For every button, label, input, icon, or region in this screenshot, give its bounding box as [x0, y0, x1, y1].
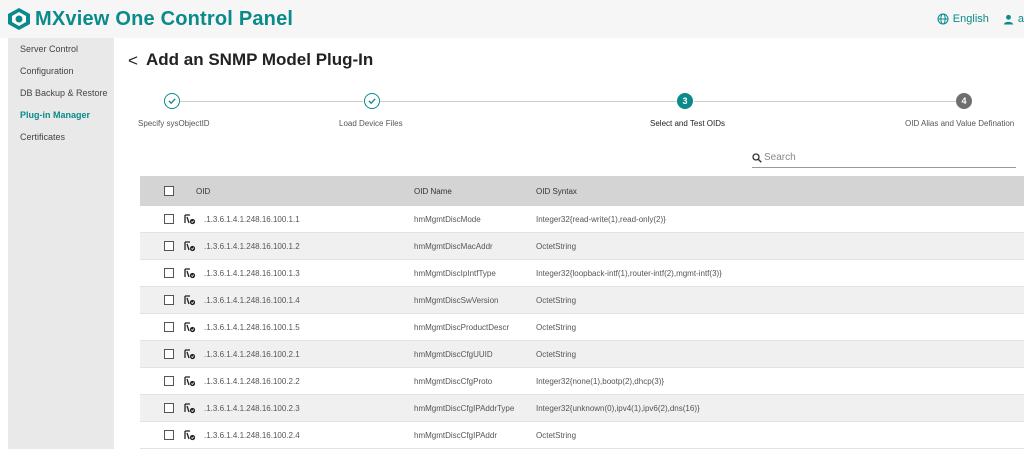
cell-oid-name: hmMgmtDiscCfgUUID	[414, 349, 493, 359]
cell-oid-syntax: Integer32{read-write(1),read-only(2)}	[536, 214, 666, 224]
step-1-check-icon	[164, 93, 180, 109]
language-selector[interactable]: English	[937, 13, 989, 25]
column-header-oid-syntax: OID Syntax	[536, 186, 577, 196]
test-oid-icon[interactable]	[180, 375, 200, 387]
search-input[interactable]: Search	[752, 148, 1016, 168]
column-header-oid-name: OID Name	[414, 186, 452, 196]
cell-oid-name: hmMgmtDiscCfgIPAddrType	[414, 403, 515, 413]
sidebar: Server Control Configuration DB Backup &…	[8, 38, 114, 449]
cell-oid-name: hmMgmtDiscCfgProto	[414, 376, 493, 386]
row-checkbox[interactable]	[164, 268, 174, 278]
table-row[interactable]: .1.3.6.1.4.1.248.16.100.1.5 hmMgmtDiscPro…	[140, 314, 1024, 341]
cell-oid-syntax: OctetString	[536, 322, 577, 332]
row-checkbox[interactable]	[164, 376, 174, 386]
search-placeholder: Search	[764, 152, 796, 163]
test-oid-icon[interactable]	[180, 348, 200, 360]
test-oid-icon[interactable]	[180, 240, 200, 252]
cell-oid-name: hmMgmtDiscCfgIPAddr	[414, 430, 497, 440]
step-2-check-icon	[364, 93, 380, 109]
test-oid-icon[interactable]	[180, 267, 200, 279]
table-row[interactable]: .1.3.6.1.4.1.248.16.100.2.4 hmMgmtDiscCfg…	[140, 422, 1024, 449]
top-bar: MXview One Control Panel English a	[0, 0, 1024, 38]
page-title: Add an SNMP Model Plug-In	[146, 50, 374, 69]
table-row[interactable]: .1.3.6.1.4.1.248.16.100.1.3 hmMgmtDiscIpI…	[140, 260, 1024, 287]
cell-oid-name: hmMgmtDiscMode	[414, 214, 481, 224]
stepper: 3 4 Specify sysObjectID Load Device File…	[114, 93, 1024, 133]
test-oid-icon[interactable]	[180, 294, 200, 306]
cell-oid: .1.3.6.1.4.1.248.16.100.1.5	[204, 322, 300, 332]
table-row[interactable]: .1.3.6.1.4.1.248.16.100.2.3 hmMgmtDiscCfg…	[140, 395, 1024, 422]
cell-oid-syntax: OctetString	[536, 349, 577, 359]
cell-oid-name: hmMgmtDiscIpIntfType	[414, 268, 496, 278]
table-header: OID OID Name OID Syntax	[140, 176, 1024, 206]
user-name: a	[1017, 13, 1024, 25]
cell-oid-syntax: OctetString	[536, 241, 577, 251]
cell-oid: .1.3.6.1.4.1.248.16.100.2.4	[204, 430, 300, 440]
cell-oid: .1.3.6.1.4.1.248.16.100.2.3	[204, 403, 300, 413]
table-row[interactable]: .1.3.6.1.4.1.248.16.100.1.1 hmMgmtDiscMod…	[140, 206, 1024, 233]
sidebar-item-certificates[interactable]: Certificates	[8, 126, 114, 148]
user-menu[interactable]: a	[1003, 13, 1024, 25]
cell-oid-syntax: OctetString	[536, 295, 577, 305]
step-3-label: Select and Test OIDs	[650, 119, 725, 128]
test-oid-icon[interactable]	[180, 429, 200, 441]
step-connector	[180, 101, 363, 102]
sidebar-item-configuration[interactable]: Configuration	[8, 60, 114, 82]
test-oid-icon[interactable]	[180, 321, 200, 333]
cell-oid: .1.3.6.1.4.1.248.16.100.2.2	[204, 376, 300, 386]
main-content: < Add an SNMP Model Plug-In 3 4 Specify …	[114, 38, 1024, 449]
step-3-number: 3	[677, 93, 693, 109]
test-oid-icon[interactable]	[180, 402, 200, 414]
row-checkbox[interactable]	[164, 214, 174, 224]
search-icon	[752, 152, 762, 163]
cell-oid-syntax: Integer32{unknown(0),ipv4(1),ipv6(2),dns…	[536, 403, 700, 413]
back-button[interactable]: <	[128, 51, 138, 71]
step-4-label: OID Alias and Value Defination	[905, 119, 1015, 128]
sidebar-item-plugin-manager[interactable]: Plug-in Manager	[8, 104, 114, 126]
cell-oid: .1.3.6.1.4.1.248.16.100.1.3	[204, 268, 300, 278]
test-oid-icon[interactable]	[180, 213, 200, 225]
row-checkbox[interactable]	[164, 322, 174, 332]
step-1-label: Specify sysObjectID	[138, 119, 210, 128]
table-row[interactable]: .1.3.6.1.4.1.248.16.100.2.2 hmMgmtDiscCfg…	[140, 368, 1024, 395]
sidebar-item-db-backup-restore[interactable]: DB Backup & Restore	[8, 82, 114, 104]
row-checkbox[interactable]	[164, 349, 174, 359]
row-checkbox[interactable]	[164, 295, 174, 305]
cell-oid-syntax: Integer32{loopback-intf(1),router-intf(2…	[536, 268, 722, 278]
cell-oid-syntax: Integer32{none(1),bootp(2),dhcp(3)}	[536, 376, 665, 386]
cell-oid: .1.3.6.1.4.1.248.16.100.1.2	[204, 241, 300, 251]
app-title: MXview One Control Panel	[35, 7, 294, 30]
step-connector	[694, 101, 956, 102]
row-checkbox[interactable]	[164, 241, 174, 251]
row-checkbox[interactable]	[164, 403, 174, 413]
app-logo: MXview One Control Panel	[6, 7, 293, 31]
step-4-number: 4	[956, 93, 972, 109]
cell-oid: .1.3.6.1.4.1.248.16.100.2.1	[204, 349, 300, 359]
cell-oid-syntax: OctetString	[536, 430, 577, 440]
step-connector	[380, 101, 677, 102]
row-checkbox[interactable]	[164, 430, 174, 440]
cell-oid-name: hmMgmtDiscMacAddr	[414, 241, 493, 251]
oid-table: OID OID Name OID Syntax .1.3.6.1.4.1.248…	[140, 176, 1024, 449]
globe-icon	[937, 13, 949, 25]
cell-oid-name: hmMgmtDiscSwVersion	[414, 295, 499, 305]
cell-oid: .1.3.6.1.4.1.248.16.100.1.1	[204, 214, 300, 224]
user-icon	[1003, 14, 1014, 24]
table-row[interactable]: .1.3.6.1.4.1.248.16.100.2.1 hmMgmtDiscCfg…	[140, 341, 1024, 368]
logo-icon	[8, 8, 30, 30]
cell-oid: .1.3.6.1.4.1.248.16.100.1.4	[204, 295, 300, 305]
table-row[interactable]: .1.3.6.1.4.1.248.16.100.1.4 hmMgmtDiscSwV…	[140, 287, 1024, 314]
step-2-label: Load Device Files	[339, 119, 403, 128]
table-row[interactable]: .1.3.6.1.4.1.248.16.100.1.2 hmMgmtDiscMac…	[140, 233, 1024, 260]
cell-oid-name: hmMgmtDiscProductDescr	[414, 322, 510, 332]
select-all-checkbox[interactable]	[164, 186, 174, 196]
language-label: English	[952, 13, 989, 25]
sidebar-item-server-control[interactable]: Server Control	[8, 38, 114, 60]
column-header-oid: OID	[196, 186, 211, 196]
